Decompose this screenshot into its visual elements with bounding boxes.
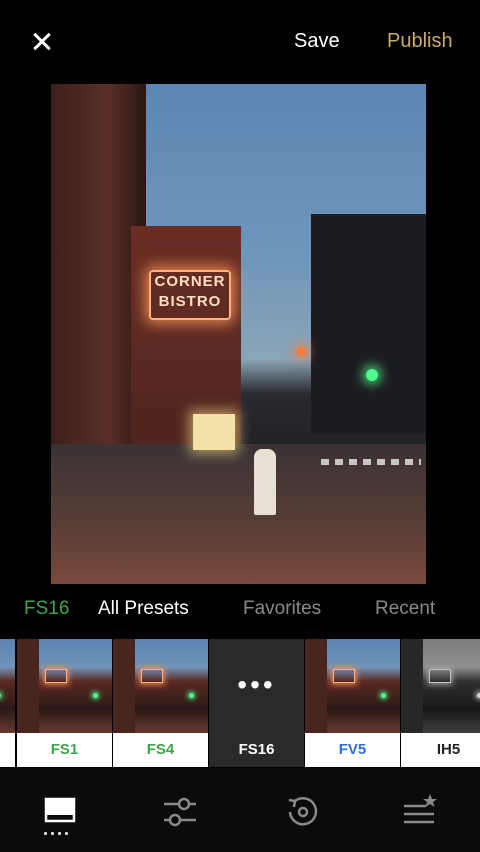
preset-label: FS4: [113, 733, 208, 767]
tab-current-preset[interactable]: FS16: [24, 598, 69, 620]
preset-label: FV5: [305, 733, 400, 767]
preset-label: FS1: [17, 733, 112, 767]
top-bar: Save Publish: [0, 0, 480, 84]
preset-thumbnail: [17, 639, 112, 733]
preset-strip[interactable]: FS1 FS4 ••• FS16 FV5 IH5: [0, 639, 480, 767]
save-button[interactable]: Save: [294, 30, 340, 53]
preset-thumbnail: [401, 639, 480, 733]
close-icon[interactable]: [22, 22, 62, 62]
preset-fs4[interactable]: FS4: [113, 639, 208, 767]
preset-ih5[interactable]: IH5: [401, 639, 480, 767]
photo-building-right: [311, 214, 426, 434]
preset-tabs: FS16 All Presets Favorites Recent: [0, 598, 480, 628]
photo-person: [254, 449, 276, 515]
publish-button[interactable]: Publish: [387, 30, 453, 53]
photo-preview: CORNER BISTRO: [51, 84, 426, 584]
photo-window: [193, 414, 235, 450]
photo-traffic-light-green: [366, 369, 378, 381]
tab-favorites[interactable]: Favorites: [243, 598, 321, 620]
preset-partial-left[interactable]: [0, 639, 15, 767]
preset-fs1[interactable]: FS1: [17, 639, 112, 767]
preset-label: FS16: [209, 733, 304, 767]
library-icon[interactable]: [38, 790, 82, 834]
more-options-icon[interactable]: •••: [209, 671, 304, 699]
preset-thumbnail: [0, 639, 15, 733]
recipes-icon[interactable]: [398, 790, 442, 834]
photo-crosswalk: [321, 459, 421, 465]
preset-label: [0, 733, 15, 767]
adjust-icon[interactable]: [158, 790, 202, 834]
preset-thumbnail: [305, 639, 400, 733]
photo-neon-sign: CORNER BISTRO: [149, 270, 231, 320]
preset-fv5[interactable]: FV5: [305, 639, 400, 767]
pager-dots: [44, 832, 76, 838]
preset-thumbnail: [113, 639, 208, 733]
bottom-toolbar: [0, 768, 480, 852]
preset-label: IH5: [401, 733, 480, 767]
tab-recent[interactable]: Recent: [375, 598, 435, 620]
photo-street: [51, 444, 426, 584]
tab-all-presets[interactable]: All Presets: [98, 598, 189, 620]
revert-icon[interactable]: [280, 790, 324, 834]
photo-traffic-light-red: [297, 347, 306, 356]
preset-fs16-selected[interactable]: ••• FS16: [209, 639, 304, 767]
